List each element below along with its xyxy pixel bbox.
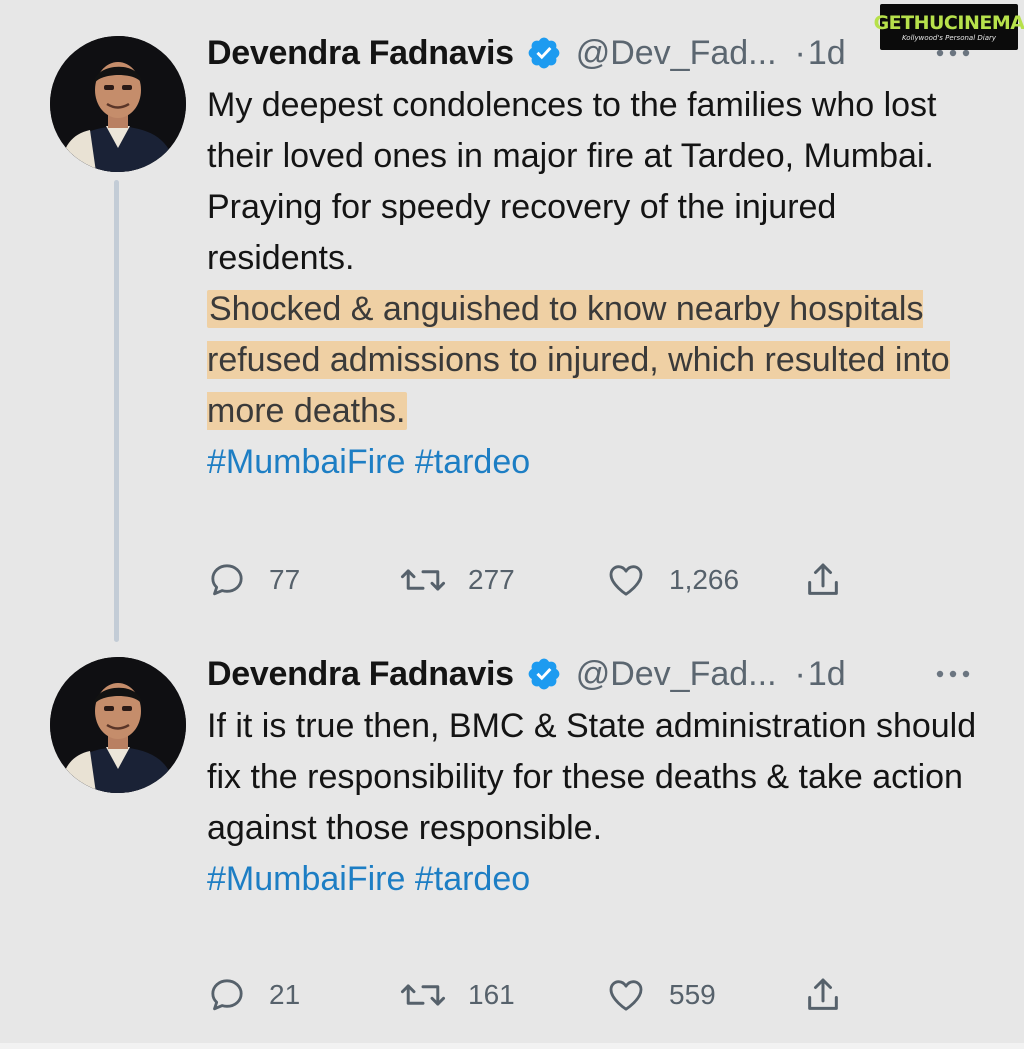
avatar-portrait-icon [50, 36, 186, 172]
tweet-text-paragraph: Shocked & anguished to know nearby hospi… [207, 284, 987, 437]
tweet-text-paragraph: If it is true then, BMC & State administ… [207, 707, 977, 847]
watermark-tagline: Kollywood's Personal Diary [901, 33, 997, 42]
hashtag-links[interactable]: #MumbaiFire #tardeo [207, 437, 987, 488]
share-icon [808, 978, 838, 1010]
like-count: 1,266 [669, 564, 740, 595]
tweet-text-paragraph: Praying for speedy recovery of the injur… [207, 188, 837, 277]
reply-button[interactable]: 77 [207, 558, 300, 602]
share-button[interactable] [803, 558, 865, 602]
reply-count: 21 [269, 979, 301, 1010]
share-icon [808, 563, 838, 595]
tweet-header: Devendra Fadnavis @Dev_Fad... · 1d [207, 28, 846, 78]
retweet-count: 161 [468, 979, 515, 1010]
avatar[interactable] [50, 657, 186, 793]
author-handle[interactable]: @Dev_Fad... [576, 34, 777, 73]
watermark-brand: GETHUCINEMA [873, 11, 1024, 34]
timestamp[interactable]: 1d [808, 655, 846, 694]
avatar[interactable] [50, 36, 186, 172]
retweet-icon [400, 984, 446, 1006]
verified-badge-icon [528, 37, 560, 69]
time-separator: · [794, 654, 806, 693]
timestamp[interactable]: 1d [808, 34, 846, 73]
tweet-header: Devendra Fadnavis @Dev_Fad... · 1d [207, 649, 846, 699]
avatar-portrait-icon [50, 657, 186, 793]
bottom-divider [0, 1043, 1024, 1049]
reply-count: 77 [269, 564, 301, 595]
tweet-actions: 77 277 1,266 [207, 558, 857, 602]
heart-icon [609, 565, 643, 596]
watermark-logo: GETHUCINEMA Kollywood's Personal Diary [874, 4, 1024, 50]
verified-badge-icon [528, 658, 560, 690]
tweet-text-paragraph: My deepest condolences to the families w… [207, 86, 937, 175]
heart-icon [609, 980, 643, 1011]
like-button[interactable]: 1,266 [605, 558, 739, 602]
tweet-thread-screenshot: GETHUCINEMA Kollywood's Personal Diary D… [0, 0, 1024, 1049]
tweet-actions: 21 161 559 [207, 973, 857, 1017]
author-name[interactable]: Devendra Fadnavis [207, 655, 514, 694]
share-button[interactable] [803, 973, 865, 1017]
retweet-icon [400, 569, 446, 591]
like-count: 559 [669, 979, 716, 1010]
more-options-icon[interactable] [935, 669, 971, 679]
author-handle[interactable]: @Dev_Fad... [576, 655, 777, 694]
thread-connector-line [114, 180, 119, 642]
retweet-count: 277 [468, 564, 515, 595]
reply-button[interactable]: 21 [207, 973, 300, 1017]
hashtag-links[interactable]: #MumbaiFire #tardeo [207, 854, 987, 905]
reply-icon [211, 564, 243, 596]
author-name[interactable]: Devendra Fadnavis [207, 34, 514, 73]
like-button[interactable]: 559 [605, 973, 716, 1017]
reply-icon [211, 979, 243, 1011]
highlighted-text: Shocked & anguished to know nearby hospi… [207, 290, 950, 430]
time-separator: · [794, 33, 806, 72]
tweet-text: My deepest condolences to the families w… [207, 80, 987, 488]
retweet-button[interactable]: 161 [400, 973, 515, 1017]
retweet-button[interactable]: 277 [400, 558, 515, 602]
tweet-text: If it is true then, BMC & State administ… [207, 701, 987, 905]
